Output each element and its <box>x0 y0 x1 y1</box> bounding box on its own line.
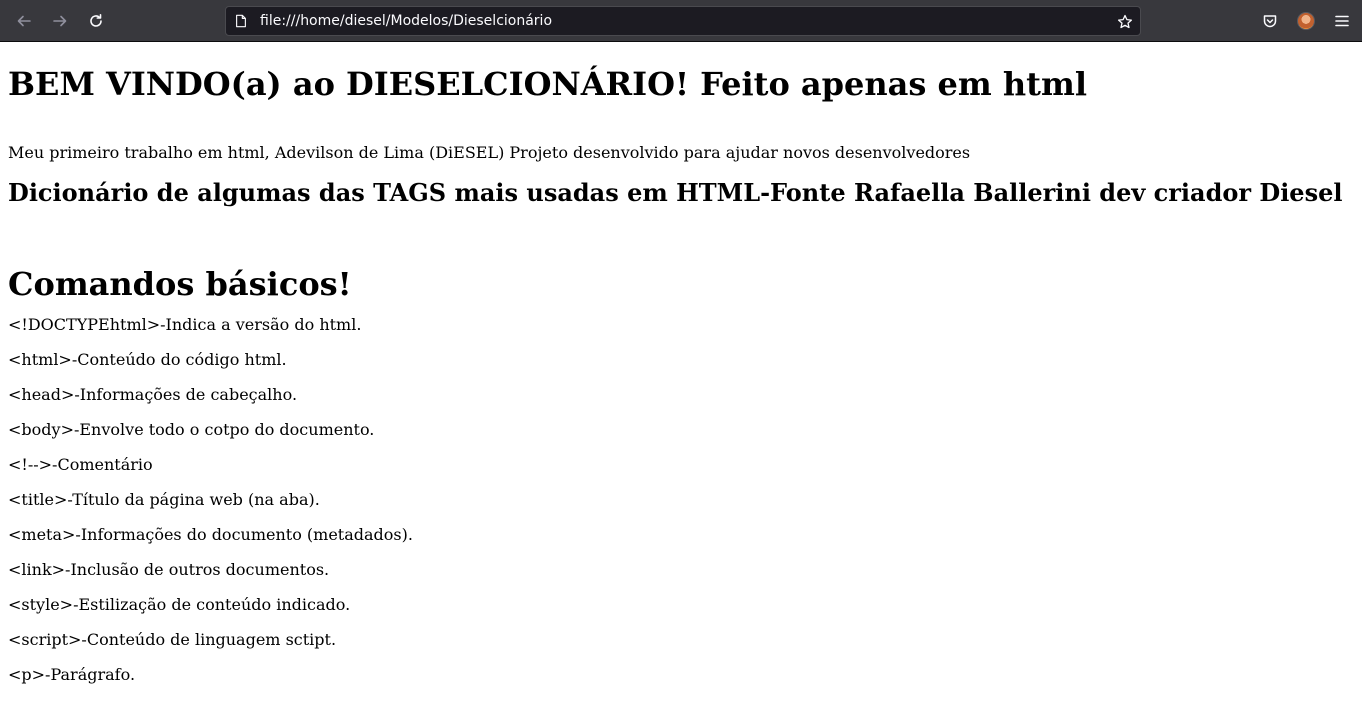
bookmark-star-icon[interactable] <box>1116 13 1134 31</box>
browser-toolbar: file:///home/diesel/Modelos/Dieselcionár… <box>0 0 1362 42</box>
tag-list: <!DOCTYPEhtml>-Indica a versão do html. … <box>8 315 1354 700</box>
intro-paragraph: Meu primeiro trabalho em html, Adevilson… <box>8 143 971 162</box>
pocket-icon <box>1263 15 1277 28</box>
url-text[interactable]: file:///home/diesel/Modelos/Dieselcionár… <box>260 13 552 29</box>
list-item: <link>-Inclusão de outros documentos. <box>8 560 330 579</box>
list-item: <!-->-Comentário <box>8 455 153 474</box>
account-avatar[interactable] <box>1297 12 1315 30</box>
list-item: <script>-Conteúdo de linguagem sctipt. <box>8 630 337 649</box>
reload-button[interactable] <box>82 7 110 35</box>
forward-arrow-icon <box>53 15 67 27</box>
forward-button[interactable] <box>46 7 74 35</box>
list-item: <html>-Conteúdo do código html. <box>8 350 287 369</box>
pocket-button[interactable] <box>1256 7 1284 35</box>
page-title: BEM VINDO(a) ao DIESELCIONÁRIO! Feito ap… <box>8 65 1087 103</box>
list-item: <title>-Título da página web (na aba). <box>8 490 320 509</box>
page-content: BEM VINDO(a) ao DIESELCIONÁRIO! Feito ap… <box>0 66 1362 700</box>
list-item: <body>-Envolve todo o cotpo do documento… <box>8 420 375 439</box>
menu-icon <box>1335 15 1349 27</box>
page-subtitle: Dicionário de algumas das TAGS mais usad… <box>8 178 1343 207</box>
list-item: <p>-Parágrafo. <box>8 665 136 684</box>
section-title: Comandos básicos! <box>8 265 352 303</box>
list-item: <!DOCTYPEhtml>-Indica a versão do html. <box>8 315 362 334</box>
list-item: <head>-Informações de cabeçalho. <box>8 385 298 404</box>
menu-button[interactable] <box>1328 7 1356 35</box>
page-icon <box>234 13 250 29</box>
url-bar[interactable]: file:///home/diesel/Modelos/Dieselcionár… <box>225 6 1141 36</box>
reload-icon <box>90 14 102 27</box>
list-item: <meta>-Informações do documento (metadad… <box>8 525 413 544</box>
list-item: <style>-Estilização de conteúdo indicado… <box>8 595 351 614</box>
back-button[interactable] <box>10 7 38 35</box>
back-arrow-icon <box>17 15 31 27</box>
